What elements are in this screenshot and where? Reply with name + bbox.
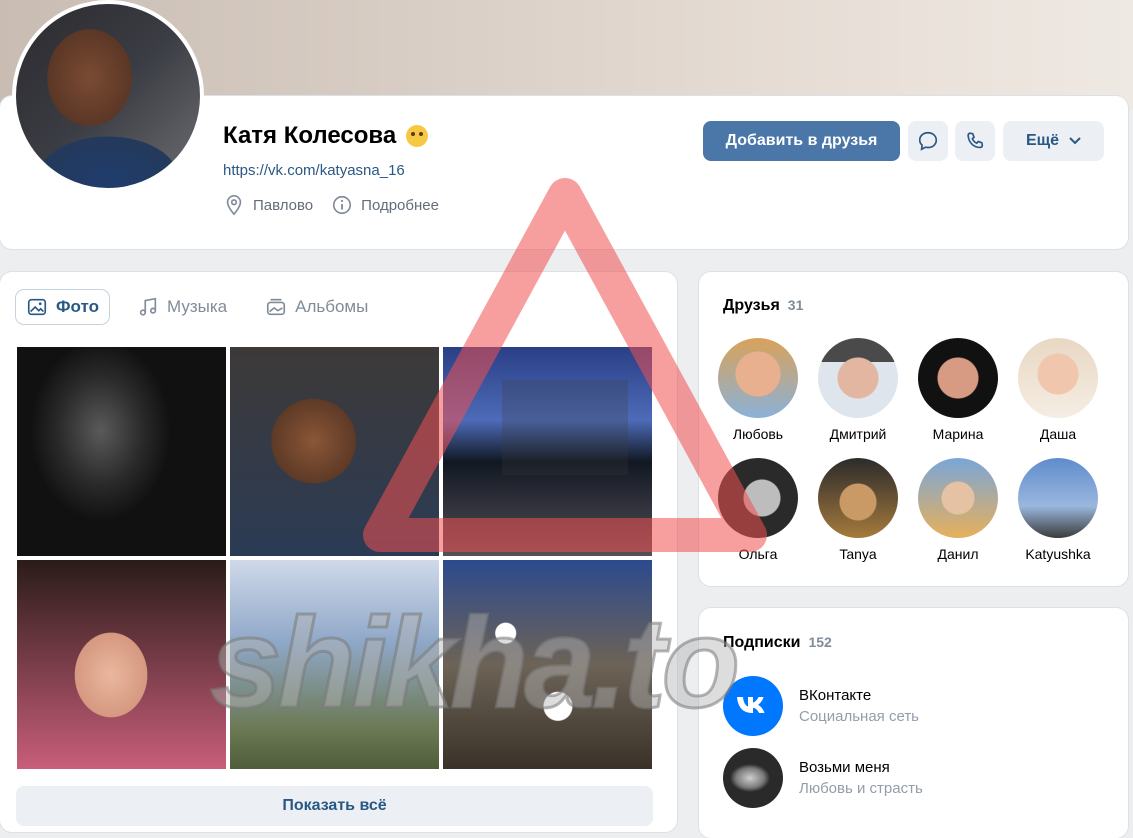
tab-albums[interactable]: Альбомы — [255, 290, 378, 324]
friend-item[interactable]: Данил — [908, 458, 1008, 562]
friend-avatar — [818, 338, 898, 418]
media-tabs: Фото Музыка Альбомы — [16, 290, 378, 324]
details-label: Подробнее — [361, 196, 439, 214]
profile-avatar[interactable] — [12, 0, 204, 192]
friend-avatar — [918, 338, 998, 418]
subscription-desc: Любовь и страсть — [799, 780, 923, 797]
location-label: Павлово — [253, 196, 314, 214]
friend-name: Дмитрий — [829, 426, 887, 442]
friend-avatar — [718, 338, 798, 418]
albums-icon — [267, 298, 286, 316]
friend-item[interactable]: Дмитрий — [808, 338, 908, 442]
friend-name: Любовь — [732, 426, 784, 442]
subscription-name: Возьми меня — [799, 759, 890, 776]
friend-item[interactable]: Любовь — [708, 338, 808, 442]
friend-name: Данил — [937, 546, 979, 562]
profile-link[interactable]: https://vk.com/katyasna_16 — [223, 162, 405, 179]
friend-avatar — [1018, 338, 1098, 418]
photo-thumbnail[interactable] — [230, 560, 439, 769]
friend-item[interactable]: Katyushka — [1008, 458, 1108, 562]
friend-name: Марина — [932, 426, 984, 442]
photo-thumbnail[interactable] — [17, 560, 226, 769]
friend-name: Ольга — [738, 546, 778, 562]
friend-avatar — [1018, 458, 1098, 538]
friend-name: Tanya — [839, 546, 877, 562]
friend-avatar — [918, 458, 998, 538]
subscription-name: ВКонтакте — [799, 687, 872, 704]
message-icon — [918, 131, 938, 151]
friend-item[interactable]: Tanya — [808, 458, 908, 562]
subscriptions-title: Подписки — [723, 634, 801, 651]
friend-name: Katyushka — [1025, 546, 1091, 562]
subscriptions-header[interactable]: Подписки 152 — [723, 634, 832, 652]
friends-header[interactable]: Друзья 31 — [723, 297, 803, 315]
subscription-text: Возьми меня Любовь и страсть — [799, 759, 923, 797]
photo-thumbnail[interactable] — [443, 347, 652, 556]
message-button[interactable] — [908, 121, 948, 161]
show-all-photos-button[interactable]: Показать всё — [16, 786, 653, 826]
phone-icon — [967, 132, 984, 149]
tab-music-label: Музыка — [166, 297, 228, 316]
music-icon — [139, 297, 157, 316]
friend-avatar — [718, 458, 798, 538]
friend-avatar — [818, 458, 898, 538]
friend-item[interactable]: Даша — [1008, 338, 1108, 442]
add-friend-button[interactable]: Добавить в друзья — [703, 121, 900, 161]
location: Павлово — [223, 194, 313, 216]
vk-logo-icon — [723, 676, 783, 736]
friend-item[interactable]: Марина — [908, 338, 1008, 442]
profile-name-row: Катя Колесова — [223, 122, 429, 150]
tab-albums-label: Альбомы — [295, 297, 369, 316]
chevron-down-icon — [1069, 137, 1081, 145]
info-icon — [333, 195, 352, 215]
tab-photos-label: Фото — [56, 297, 99, 316]
tab-photos[interactable]: Фото — [16, 290, 109, 324]
call-button[interactable] — [955, 121, 995, 161]
subscription-item[interactable]: ВКонтакте Социальная сеть — [723, 676, 919, 736]
more-label: Ещё — [1025, 132, 1060, 149]
photo-thumbnail[interactable] — [230, 347, 439, 556]
photo-icon — [27, 298, 47, 316]
more-button[interactable]: Ещё — [1003, 121, 1104, 161]
photo-thumbnail[interactable] — [443, 560, 652, 769]
subscription-item[interactable]: Возьми меня Любовь и страсть — [723, 748, 923, 808]
photo-thumbnail[interactable] — [17, 347, 226, 556]
emoji-status-icon[interactable] — [406, 125, 429, 147]
friends-title: Друзья — [723, 297, 780, 314]
profile-name: Катя Колесова — [223, 122, 397, 149]
subscription-desc: Социальная сеть — [799, 708, 919, 725]
location-pin-icon — [226, 195, 242, 216]
friend-name: Даша — [1039, 426, 1077, 442]
details-link[interactable]: Подробнее — [331, 194, 439, 216]
friend-item[interactable]: Ольга — [708, 458, 808, 562]
subscription-avatar — [723, 748, 783, 808]
friends-count: 31 — [787, 297, 804, 313]
subscription-text: ВКонтакте Социальная сеть — [799, 687, 919, 725]
subscriptions-count: 152 — [808, 634, 832, 650]
profile-meta: Павлово Подробнее — [223, 194, 439, 216]
tab-music[interactable]: Музыка — [127, 290, 237, 324]
